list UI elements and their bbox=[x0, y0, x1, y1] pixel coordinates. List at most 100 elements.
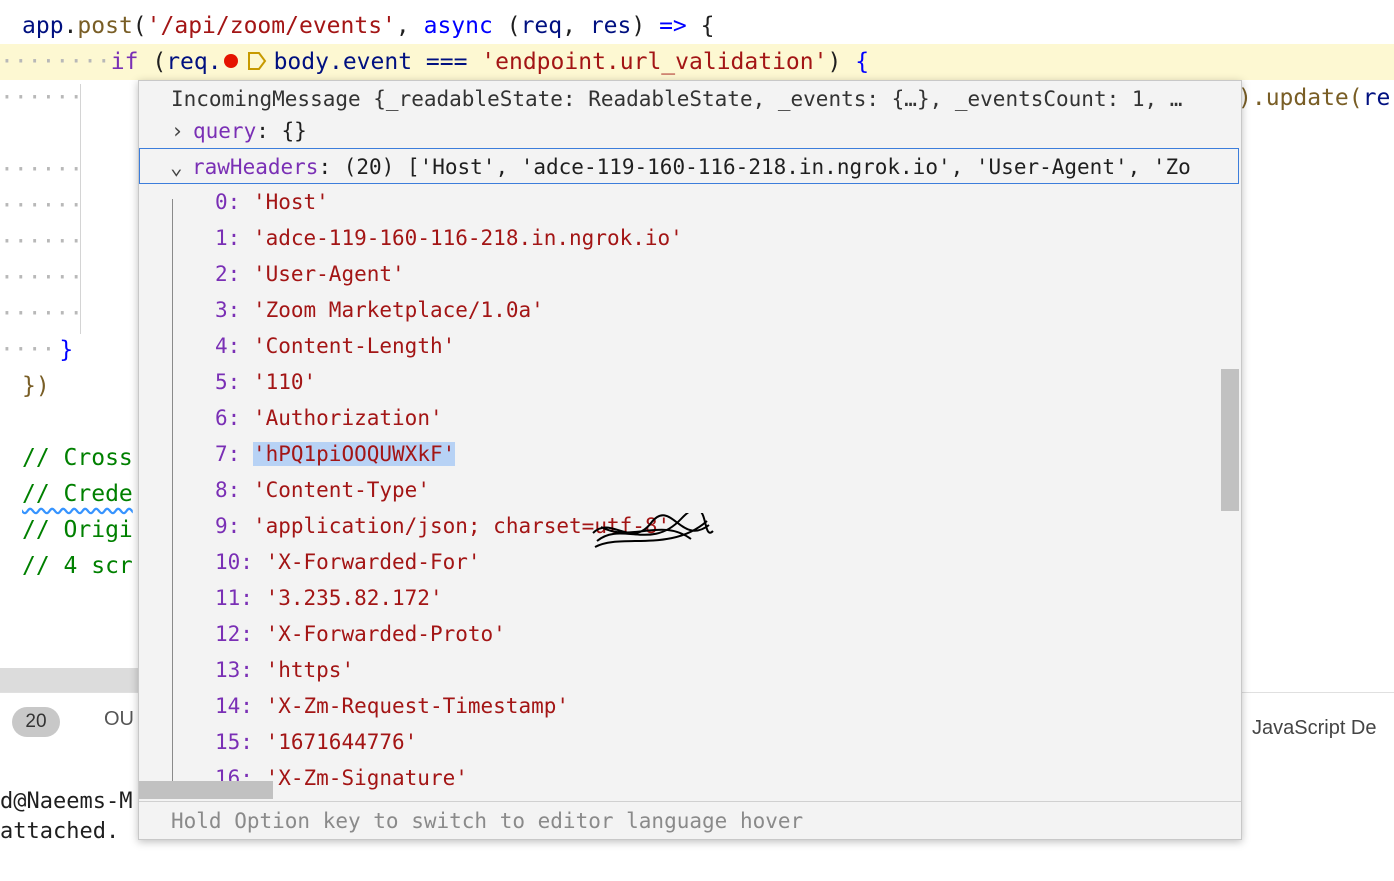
array-item-row[interactable]: 2: 'User-Agent' bbox=[139, 256, 1241, 292]
array-index: 7: bbox=[215, 442, 241, 466]
array-item-row[interactable]: 4: 'Content-Length' bbox=[139, 328, 1241, 364]
tree-node-rawheaders[interactable]: ⌄ rawHeaders: (20) ['Host', 'adce-119-160… bbox=[139, 148, 1239, 184]
array-value: '1671644776' bbox=[265, 730, 418, 754]
array-item-row[interactable]: 12: 'X-Forwarded-Proto' bbox=[139, 616, 1241, 652]
tree-node-query[interactable]: › query: {} bbox=[139, 113, 1241, 149]
array-item-row[interactable]: 8: 'Content-Type' bbox=[139, 472, 1241, 508]
problems-count-badge[interactable]: 20 bbox=[12, 707, 60, 737]
array-value: 'Host' bbox=[252, 190, 329, 214]
array-value: 'X-Forwarded-For' bbox=[265, 550, 481, 574]
comment-line[interactable]: // Crede bbox=[22, 476, 133, 512]
property-name: query bbox=[193, 119, 257, 143]
code-token: res bbox=[589, 13, 632, 39]
array-index: 8: bbox=[215, 478, 241, 502]
code-token: body.event === bbox=[273, 49, 482, 75]
comment-line[interactable]: // 4 scr bbox=[22, 548, 133, 584]
array-index: 4: bbox=[215, 334, 241, 358]
code-token: // Crede bbox=[22, 481, 133, 507]
code-line-5[interactable]: ······ bbox=[0, 188, 83, 224]
code-line-3-tail[interactable]: ).update(re bbox=[1238, 80, 1390, 116]
comment-line[interactable]: // Cross bbox=[22, 440, 133, 476]
array-item-row[interactable]: 15: '1671644776' bbox=[139, 724, 1241, 760]
code-token: . bbox=[63, 13, 78, 39]
editor-horizontal-scrollbar[interactable] bbox=[0, 668, 140, 692]
code-line-6[interactable]: ······ bbox=[0, 224, 83, 260]
code-token: }) bbox=[22, 373, 50, 399]
whitespace-dots: ···· bbox=[0, 337, 56, 363]
code-token: , bbox=[562, 13, 590, 39]
array-value: 'Content-Length' bbox=[252, 334, 456, 358]
hover-footer-hint: Hold Option key to switch to editor lang… bbox=[139, 801, 1241, 839]
array-value: '110' bbox=[252, 370, 317, 394]
chevron-down-icon[interactable]: ⌄ bbox=[170, 149, 192, 183]
code-token: '/api/zoom/events' bbox=[146, 13, 396, 39]
code-token: req. bbox=[166, 49, 222, 75]
array-value: 'Content-Type' bbox=[252, 478, 430, 502]
code-token: 'endpoint.url_validation' bbox=[481, 49, 828, 75]
code-line-4[interactable]: ······ bbox=[0, 152, 83, 188]
property-value: {} bbox=[281, 119, 307, 143]
array-item-row[interactable]: 16: 'X-Zm-Signature' bbox=[139, 760, 1241, 796]
code-token: ( bbox=[132, 13, 147, 39]
code-token: async bbox=[423, 13, 493, 39]
code-token: app bbox=[22, 13, 64, 39]
whitespace-dots: ······ bbox=[0, 301, 84, 327]
tab-javascript-debug[interactable]: JavaScript De bbox=[1252, 717, 1377, 740]
whitespace-dots: ······ bbox=[0, 193, 84, 219]
code-line-2-current[interactable]: ········if (req. body.event === 'endpoint… bbox=[0, 44, 1394, 80]
code-line-10[interactable]: }) bbox=[22, 368, 50, 404]
array-value-selected: 'hPQ1piOOQUWXkF' bbox=[252, 442, 456, 466]
array-value: 'X-Zm-Request-Timestamp' bbox=[265, 694, 570, 718]
array-value: 'adce-119-160-116-218.in.ngrok.io' bbox=[252, 226, 683, 250]
array-item-row[interactable]: 14: 'X-Zm-Request-Timestamp' bbox=[139, 688, 1241, 724]
code-token: ( bbox=[138, 49, 167, 75]
array-item-row[interactable]: 7: 'hPQ1piOOQUWXkF' bbox=[139, 436, 1241, 472]
breakpoint-icon[interactable] bbox=[223, 53, 238, 68]
array-index: 6: bbox=[215, 406, 241, 430]
array-index: 12: bbox=[215, 622, 253, 646]
array-item-row[interactable]: 0: 'Host' bbox=[139, 184, 1241, 220]
array-value: 'https' bbox=[265, 658, 355, 682]
code-line-8[interactable]: ······ bbox=[0, 296, 83, 332]
array-item-row[interactable]: 6: 'Authorization' bbox=[139, 400, 1241, 436]
array-value: 'X-Zm-Signature' bbox=[265, 766, 468, 790]
tab-output[interactable]: OU bbox=[104, 708, 134, 731]
code-token: ) bbox=[827, 49, 842, 75]
array-index: 14: bbox=[215, 694, 253, 718]
chevron-right-icon[interactable]: › bbox=[171, 113, 193, 149]
code-token: req bbox=[520, 13, 563, 39]
array-item-row[interactable]: 3: 'Zoom Marketplace/1.0a' bbox=[139, 292, 1241, 328]
code-line-1[interactable]: app.post('/api/zoom/events', async (req,… bbox=[22, 8, 714, 44]
hover-horizontal-scrollbar[interactable] bbox=[139, 781, 273, 799]
array-item-row[interactable]: 5: '110' bbox=[139, 364, 1241, 400]
code-line-7[interactable]: ······ bbox=[0, 260, 83, 296]
property-value: (20) ['Host', 'adce-119-160-116-218.in.n… bbox=[343, 155, 1191, 179]
terminal-line: attached. bbox=[0, 819, 120, 844]
array-value: 'X-Forwarded-Proto' bbox=[265, 622, 506, 646]
array-item-row[interactable]: 1: 'adce-119-160-116-218.in.ngrok.io' bbox=[139, 220, 1241, 256]
array-value: '3.235.82.172' bbox=[265, 586, 443, 610]
array-index: 13: bbox=[215, 658, 253, 682]
hover-header[interactable]: IncomingMessage {_readableState: Readabl… bbox=[139, 81, 1241, 117]
whitespace-dots: ······ bbox=[0, 85, 84, 111]
array-index: 2: bbox=[215, 262, 241, 286]
array-index: 1: bbox=[215, 226, 241, 250]
comment-line[interactable]: // Origi bbox=[22, 512, 133, 548]
array-value: 'User-Agent' bbox=[252, 262, 405, 286]
hover-vertical-scrollbar[interactable] bbox=[1221, 369, 1239, 511]
code-line-9[interactable]: ····} bbox=[0, 332, 73, 368]
array-index: 10: bbox=[215, 550, 253, 574]
code-token: ).update( bbox=[1238, 85, 1363, 111]
array-value: 'Zoom Marketplace/1.0a' bbox=[252, 298, 544, 322]
code-token: re bbox=[1362, 85, 1391, 111]
code-token: { bbox=[686, 13, 715, 39]
whitespace-dots: ······ bbox=[0, 265, 84, 291]
array-index: 0: bbox=[215, 190, 241, 214]
array-item-row[interactable]: 11: '3.235.82.172' bbox=[139, 580, 1241, 616]
array-item-row[interactable]: 13: 'https' bbox=[139, 652, 1241, 688]
whitespace-dots: ········ bbox=[0, 49, 111, 75]
terminal-line: d@Naeems-M bbox=[0, 789, 133, 814]
property-name: rawHeaders bbox=[192, 155, 319, 179]
code-line-3[interactable]: ······ bbox=[0, 80, 83, 116]
debug-hover-widget[interactable]: IncomingMessage {_readableState: Readabl… bbox=[138, 80, 1242, 840]
